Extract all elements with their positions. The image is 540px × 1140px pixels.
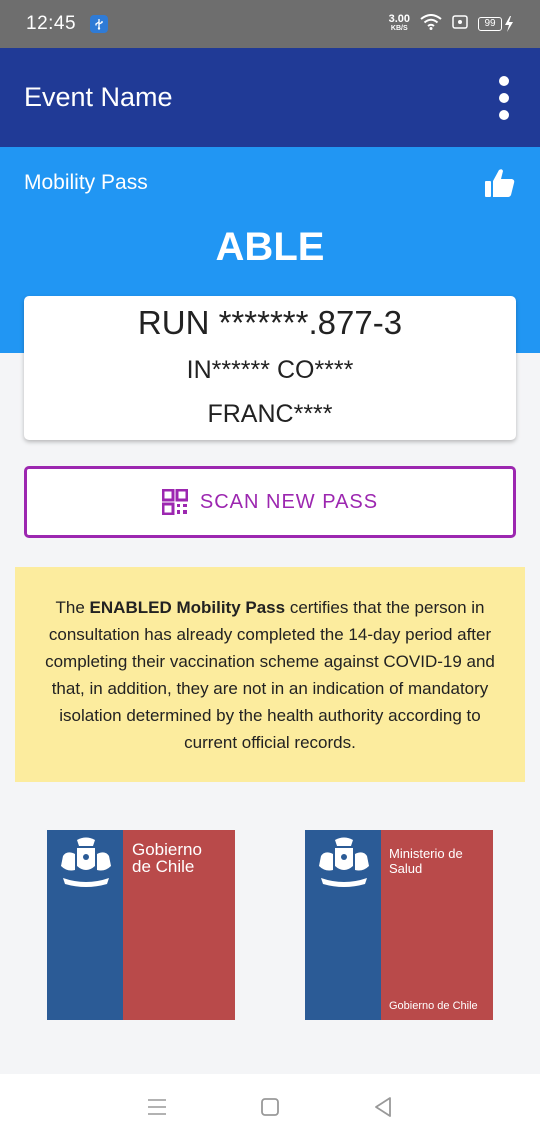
pass-status: ABLE <box>215 225 325 269</box>
usb-icon <box>90 15 109 33</box>
coat-of-arms-icon <box>319 837 369 887</box>
net-speed: 3.00 KB/S <box>388 13 410 33</box>
scan-button-label: SCAN NEW PASS <box>199 490 379 513</box>
battery-icon: 99 <box>478 16 514 32</box>
id-card: RUN *******.877-3 IN****** CO**** FRANC*… <box>24 296 516 440</box>
net-speed-value: 3.00 <box>388 13 410 25</box>
status-icons: 3.00 KB/S 99 <box>389 14 514 35</box>
status-bar: 12:45 3.00 KB/S 99 <box>0 0 540 48</box>
info-emphasis: ENABLED Mobility Pass <box>89 598 286 617</box>
screen-record-icon <box>452 14 468 35</box>
gobierno-de-chile-logo: Gobierno de Chile <box>47 830 235 1020</box>
back-button[interactable] <box>363 1087 403 1127</box>
ministerio-footer: Gobierno de Chile <box>389 1000 478 1012</box>
wifi-icon <box>420 13 442 35</box>
status-time: 12:45 <box>26 13 77 34</box>
home-button[interactable] <box>250 1087 290 1127</box>
screen: 12:45 3.00 KB/S 99 Event Name Mobility P… <box>0 0 540 1140</box>
system-nav-bar <box>0 1074 540 1140</box>
back-triangle-icon <box>375 1097 392 1117</box>
scan-new-pass-button[interactable]: SCAN NEW PASS <box>24 466 516 538</box>
ministerio-line1: Ministerio de <box>389 846 463 861</box>
overflow-menu-icon[interactable] <box>492 74 516 122</box>
gobierno-line1: Gobierno <box>132 840 202 859</box>
person-name: IN****** CO**** <box>186 356 354 384</box>
info-box: The ENABLED Mobility Pass certifies that… <box>15 567 525 782</box>
qr-code-icon <box>161 489 188 515</box>
ministerio-de-salud-logo: Ministerio de Salud Gobierno de Chile <box>305 830 493 1020</box>
square-icon <box>261 1098 279 1116</box>
ministerio-line2: Salud <box>389 861 423 876</box>
info-prefix: The <box>55 598 90 617</box>
gobierno-line2: de Chile <box>132 857 195 876</box>
pass-label: Mobility Pass <box>24 171 148 194</box>
recent-apps-button[interactable] <box>137 1087 177 1127</box>
net-speed-unit: KB/S <box>390 25 408 32</box>
battery-level: 99 <box>478 17 502 31</box>
info-body: certifies that the person in consultatio… <box>45 598 495 752</box>
coat-of-arms-icon <box>61 837 111 887</box>
thumbs-up-icon <box>485 169 515 197</box>
run-number: RUN *******.877-3 <box>137 304 403 341</box>
app-bar: Event Name <box>0 48 540 147</box>
menu-lines-icon <box>147 1099 166 1115</box>
person-surname: FRANC**** <box>207 400 333 428</box>
app-title: Event Name <box>24 82 173 112</box>
